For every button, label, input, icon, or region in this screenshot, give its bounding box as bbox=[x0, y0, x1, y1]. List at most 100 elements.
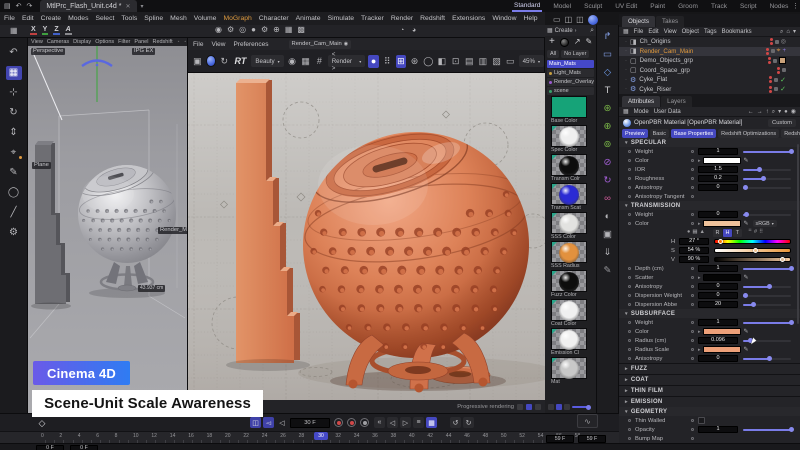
objects-menu-tags[interactable]: Tags bbox=[704, 29, 717, 35]
lock-icon[interactable]: ● bbox=[784, 109, 788, 115]
picker-mode-r[interactable]: R bbox=[713, 229, 722, 237]
search-icon[interactable]: ⌕ bbox=[772, 109, 775, 115]
picker-value-value[interactable]: 90 % bbox=[679, 256, 709, 263]
compact-icon[interactable]: ⠛ bbox=[748, 230, 752, 236]
slider-knob[interactable] bbox=[761, 176, 766, 181]
prev-key-icon[interactable]: ◅ bbox=[263, 417, 274, 428]
value-slider[interactable] bbox=[743, 286, 791, 288]
slider-knob[interactable] bbox=[789, 320, 794, 325]
anim-dot[interactable] bbox=[691, 330, 694, 333]
infinity-icon[interactable]: ∞ bbox=[600, 192, 615, 205]
section-emission[interactable]: ▸EMISSION bbox=[619, 396, 800, 407]
end-frame-field-2[interactable]: 59 F bbox=[578, 435, 606, 443]
expand-arrow-icon[interactable]: ▸ bbox=[698, 275, 701, 281]
anim-dot[interactable] bbox=[628, 267, 631, 270]
crop-icon[interactable]: # bbox=[314, 55, 325, 68]
value-field[interactable]: 0 bbox=[698, 283, 738, 290]
expand-arrow-icon[interactable]: ▸ bbox=[698, 347, 701, 353]
enabled-check-icon[interactable]: ✓ bbox=[780, 85, 786, 93]
download-icon[interactable]: ⇓ bbox=[600, 246, 615, 259]
picker-saturation-slider[interactable] bbox=[714, 248, 791, 253]
anim-dot[interactable] bbox=[628, 321, 631, 324]
value-field[interactable]: 1 bbox=[698, 265, 738, 272]
value-slider[interactable] bbox=[743, 151, 791, 153]
eyedropper-icon[interactable]: ✎ bbox=[744, 346, 749, 353]
attr-row-bump-map[interactable]: Bump Map bbox=[619, 434, 800, 443]
back-icon[interactable]: ← bbox=[748, 109, 754, 115]
menu-tools[interactable]: Tools bbox=[121, 15, 137, 22]
value-field[interactable]: 1 bbox=[698, 319, 738, 326]
renderview-menu-preferences[interactable]: Preferences bbox=[233, 41, 268, 48]
anim-dot[interactable] bbox=[628, 195, 631, 198]
material-spec-color[interactable]: Spec Color bbox=[551, 125, 596, 153]
up-icon[interactable]: ↑ bbox=[766, 109, 769, 115]
hex-icon[interactable]: # bbox=[754, 230, 757, 236]
section-coat[interactable]: ▸COAT bbox=[619, 374, 800, 385]
create-menu[interactable]: Create bbox=[555, 28, 573, 34]
grid-icon[interactable]: ▦ bbox=[623, 109, 629, 115]
view-mode-3-icon[interactable] bbox=[535, 404, 541, 410]
slider-knob[interactable] bbox=[757, 167, 762, 172]
move-icon[interactable]: ⊹ bbox=[6, 86, 22, 100]
range-field-1[interactable]: 0 F bbox=[70, 445, 98, 450]
rotate-icon[interactable]: ↻ bbox=[6, 106, 22, 120]
redo-icon[interactable]: ↷ bbox=[27, 3, 33, 10]
colorspace-dropdown[interactable]: sRGB▾ bbox=[753, 220, 777, 227]
color-swatch[interactable] bbox=[703, 328, 741, 335]
zoom-dropdown[interactable]: 45%▾ bbox=[519, 55, 544, 67]
workspace-tab-script[interactable]: Script bbox=[738, 2, 759, 11]
grid-icon[interactable]: ▦ bbox=[300, 55, 311, 68]
moon-icon[interactable]: ◐ bbox=[600, 210, 615, 223]
selection-icon[interactable]: ▦ bbox=[6, 66, 22, 80]
fit-icon[interactable]: ⊡ bbox=[450, 55, 461, 68]
attr-row-roughness[interactable]: Roughness0.2 bbox=[619, 174, 800, 183]
picker-mode-h[interactable]: H bbox=[723, 229, 732, 237]
visibility-dots[interactable] bbox=[766, 48, 769, 55]
target-icon[interactable]: ◉ bbox=[791, 109, 796, 115]
objects-menu-file[interactable]: File bbox=[634, 29, 644, 35]
workspace-tab-paint[interactable]: Paint bbox=[648, 2, 667, 11]
camera-chip[interactable]: Render_M bbox=[158, 227, 187, 234]
render-settings-icon[interactable]: ⚙ bbox=[227, 26, 234, 34]
attr-row-anisotropy[interactable]: Anisotropy0 bbox=[619, 282, 800, 291]
attr-row-color[interactable]: Color▸✎ bbox=[619, 327, 800, 336]
search-icon[interactable]: ⌕ bbox=[590, 27, 594, 34]
anim-dot[interactable] bbox=[691, 213, 694, 216]
region-icon[interactable]: ▭ bbox=[600, 48, 615, 61]
object-render-cam-main[interactable]: ·◨Render_Cam_Main⌖+ bbox=[619, 47, 800, 57]
current-frame-field[interactable]: 30 F bbox=[290, 418, 330, 428]
value-slider[interactable] bbox=[743, 214, 791, 216]
picker-saturation-row[interactable]: S54 % bbox=[619, 246, 800, 255]
visibility-dots[interactable] bbox=[768, 57, 771, 64]
attr-row-weight[interactable]: Weight1 bbox=[619, 318, 800, 327]
menu-create[interactable]: Create bbox=[41, 15, 61, 22]
color-picker-modes[interactable]: ●▦▲RHT⠛#⠿ bbox=[619, 228, 800, 237]
anim-dot[interactable] bbox=[628, 168, 631, 171]
anim-dot[interactable] bbox=[628, 437, 631, 440]
goend-icon[interactable]: ▦ bbox=[426, 417, 437, 428]
page-icon[interactable]: ▭ bbox=[505, 55, 516, 68]
attr-row-anisotropy[interactable]: Anisotropy0 bbox=[619, 183, 800, 192]
anim-dot[interactable] bbox=[691, 285, 694, 288]
menu-redshift[interactable]: Redshift bbox=[420, 15, 445, 22]
dolly-icon[interactable]: ◦ bbox=[184, 40, 186, 45]
home-icon[interactable]: ⌂ bbox=[786, 29, 790, 35]
anim-dot[interactable] bbox=[628, 159, 631, 162]
layer-square[interactable] bbox=[771, 49, 775, 53]
anim-dot[interactable] bbox=[691, 437, 694, 440]
loop-icon[interactable]: ↺ bbox=[450, 417, 461, 428]
anim-dot[interactable] bbox=[691, 303, 694, 306]
attr-row-dispersion-weight[interactable]: Dispersion Weight0 bbox=[619, 291, 800, 300]
image-split-icon[interactable]: ▥ bbox=[478, 55, 489, 68]
viewport-perspective[interactable]: ViewCamerasDisplayOptionsFilterPanelReds… bbox=[28, 38, 187, 413]
interface-orb-icon[interactable] bbox=[588, 15, 598, 25]
view-mode-1-icon[interactable] bbox=[517, 404, 523, 410]
material-transm-colr[interactable]: Transm Colr bbox=[551, 154, 596, 182]
gostart-icon[interactable]: « bbox=[374, 417, 385, 428]
snap-grid-icon[interactable]: ▩ bbox=[297, 26, 305, 34]
attr-row-dispersion-abbe[interactable]: Dispersion Abbe20 bbox=[619, 300, 800, 309]
gear-icon[interactable]: ⚙ bbox=[6, 226, 22, 240]
texture-tag[interactable] bbox=[779, 57, 786, 64]
renderview-menu-view[interactable]: View bbox=[211, 41, 225, 48]
mixer-mode-icon[interactable]: ▲ bbox=[700, 230, 705, 236]
